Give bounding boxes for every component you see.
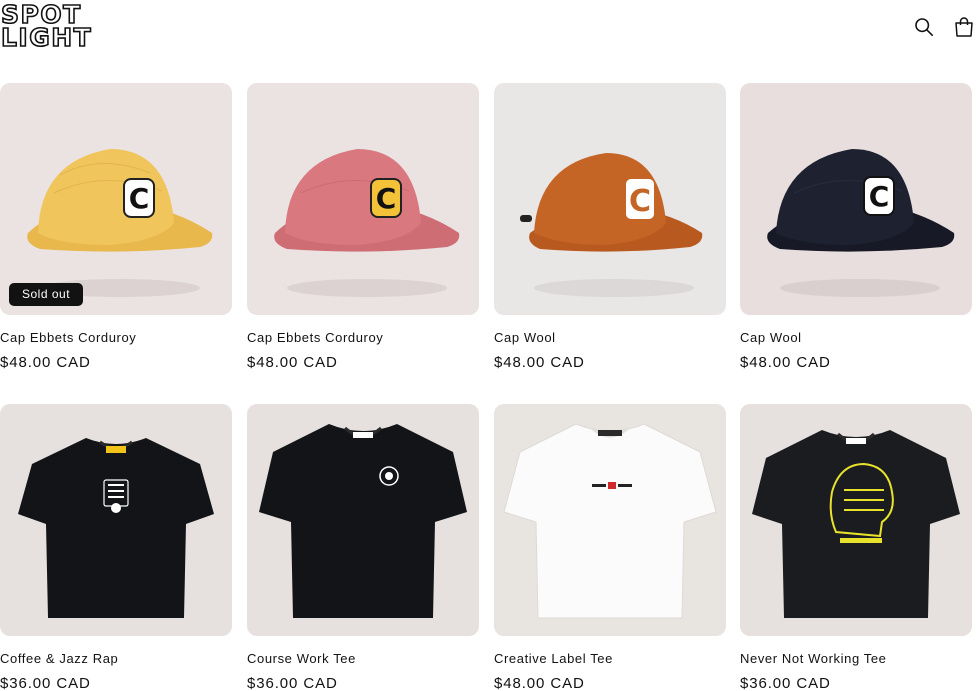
product-image[interactable]: C: [494, 83, 726, 315]
product-image[interactable]: C: [740, 83, 972, 315]
product-price: $36.00 CAD: [0, 675, 91, 691]
product-price: $36.00 CAD: [247, 675, 338, 691]
product-title[interactable]: Course Work Tee: [247, 651, 356, 666]
sold-out-badge: Sold out: [9, 283, 84, 306]
cap-image: C: [494, 83, 726, 315]
product-image[interactable]: C: [247, 83, 479, 315]
tee-image: [247, 404, 479, 636]
product-image[interactable]: [740, 404, 972, 636]
svg-text:C: C: [376, 182, 397, 215]
tee-image: [0, 404, 232, 636]
search-icon: [915, 18, 934, 37]
cap-image: C: [247, 83, 479, 315]
product-price: $48.00 CAD: [247, 354, 338, 371]
product-price: $36.00 CAD: [740, 675, 831, 691]
product-image[interactable]: C Sold out: [0, 83, 232, 315]
product-title[interactable]: Cap Ebbets Corduroy: [247, 330, 383, 345]
cart-icon: [955, 17, 973, 37]
product-image[interactable]: [494, 404, 726, 636]
site-header: SPOT LIGHT: [0, 0, 979, 60]
product-price: $48.00 CAD: [740, 354, 831, 371]
product-title[interactable]: Creative Label Tee: [494, 651, 613, 666]
product-title[interactable]: Coffee & Jazz Rap: [0, 651, 118, 666]
search-button[interactable]: [911, 14, 937, 40]
product-title[interactable]: Cap Ebbets Corduroy: [0, 330, 136, 345]
product-image[interactable]: [247, 404, 479, 636]
product-title[interactable]: Never Not Working Tee: [740, 651, 887, 666]
logo-line-2: LIGHT: [0, 23, 93, 52]
product-price: $48.00 CAD: [494, 354, 585, 371]
product-price: $48.00 CAD: [0, 354, 91, 371]
product-title[interactable]: Cap Wool: [494, 330, 556, 345]
svg-text:C: C: [629, 184, 651, 219]
product-image[interactable]: [0, 404, 232, 636]
tee-image: [740, 404, 972, 636]
svg-text:C: C: [869, 180, 890, 213]
product-price: $48.00 CAD: [494, 675, 585, 691]
tee-image: [494, 404, 726, 636]
cart-button[interactable]: [951, 14, 977, 40]
store-logo[interactable]: SPOT LIGHT: [0, 1, 109, 52]
cap-image: C: [740, 83, 972, 315]
svg-text:C: C: [129, 182, 150, 215]
product-title[interactable]: Cap Wool: [740, 330, 802, 345]
cap-image: C: [0, 83, 232, 315]
